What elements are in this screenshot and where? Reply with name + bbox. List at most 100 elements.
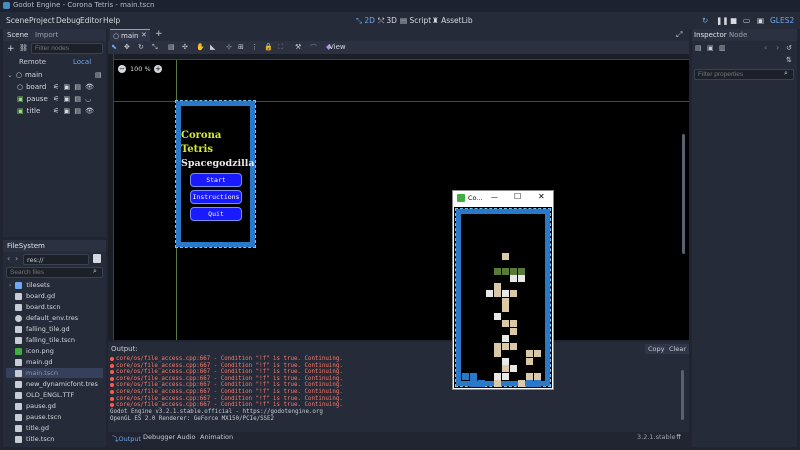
fs-file[interactable]: falling_tile.tscn bbox=[15, 335, 75, 345]
list-select-icon[interactable]: ▤ bbox=[168, 43, 175, 51]
tab-node[interactable]: Node bbox=[729, 31, 747, 39]
menu-project[interactable]: Project bbox=[29, 16, 55, 25]
menu-editor[interactable]: Editor bbox=[80, 16, 102, 25]
tab-animation[interactable]: Animation bbox=[200, 433, 233, 441]
forward-icon[interactable]: › bbox=[15, 254, 18, 263]
play-icon[interactable]: ↻ bbox=[702, 16, 708, 25]
filter-nodes-input[interactable] bbox=[31, 43, 103, 54]
pause-icon[interactable]: ❚❚ bbox=[716, 16, 729, 25]
fs-file[interactable]: pause.tscn bbox=[15, 412, 61, 422]
stop-icon[interactable]: ■ bbox=[730, 16, 737, 25]
node-badges-icon[interactable]: ⚟ ▣ ▤ ◡ bbox=[53, 95, 103, 103]
close-tab-icon[interactable]: ✕ bbox=[141, 31, 147, 39]
tab-filesystem[interactable]: FileSystem bbox=[7, 242, 45, 250]
game-viewport[interactable] bbox=[454, 207, 552, 388]
tab-audio[interactable]: Audio bbox=[177, 433, 195, 441]
rotate-tool-icon[interactable]: ↻ bbox=[138, 43, 144, 51]
grid-snap-icon[interactable]: ⊞ bbox=[238, 43, 244, 51]
fs-file[interactable]: falling_tile.gd bbox=[15, 324, 70, 334]
tree-node-title[interactable]: ▣ title ⚟ ▣ ▤ 👁 bbox=[17, 106, 94, 116]
zoom-out-icon[interactable]: − bbox=[118, 65, 126, 73]
workspace-script[interactable]: ▤ Script bbox=[400, 16, 431, 25]
new-tab-icon[interactable]: + bbox=[155, 29, 163, 39]
play-scene-icon[interactable]: ▭ bbox=[743, 16, 750, 25]
lock-icon[interactable]: 🔒 bbox=[264, 43, 273, 51]
path-field[interactable]: res:// bbox=[23, 254, 89, 265]
ruler-icon[interactable]: ◣ bbox=[210, 43, 215, 51]
split-icon[interactable] bbox=[93, 254, 101, 263]
tab-debugger[interactable]: Debugger bbox=[143, 433, 175, 441]
maximize-button[interactable]: ☐ bbox=[514, 192, 521, 201]
workspace-3d[interactable]: ⤲ 3D bbox=[378, 16, 397, 26]
script-icon[interactable]: ▤ bbox=[95, 71, 102, 79]
workspace-assetlib[interactable]: ♜ AssetLib bbox=[432, 16, 473, 25]
workspace-2d[interactable]: ⤡ 2D bbox=[356, 16, 375, 26]
snap-icon[interactable]: ⊹ bbox=[226, 43, 232, 51]
distraction-free-icon[interactable]: ⤢ bbox=[676, 30, 682, 40]
new-resource-icon[interactable]: ▤ bbox=[695, 44, 702, 52]
search-files-input[interactable] bbox=[6, 267, 103, 278]
bone-icon[interactable]: ⚒ bbox=[295, 43, 301, 51]
instructions-button[interactable]: Instructions bbox=[190, 190, 242, 204]
minimize-button[interactable]: — bbox=[491, 193, 498, 201]
fs-file[interactable]: icon.png bbox=[15, 346, 54, 356]
tab-inspector[interactable]: Inspector bbox=[694, 31, 727, 39]
node-badges-icon[interactable]: ⚟ ▣ ▤ 👁 bbox=[53, 107, 103, 115]
pan-icon[interactable]: ✋ bbox=[196, 43, 205, 51]
fs-file[interactable]: new_dynamicfont.tres bbox=[15, 379, 98, 389]
history-icon[interactable]: ↺ bbox=[786, 44, 792, 52]
zoom-in-icon[interactable]: + bbox=[154, 65, 162, 73]
game-window[interactable]: Co... — ☐ ✕ bbox=[452, 190, 554, 390]
fs-folder-tilesets[interactable]: › tilesets bbox=[9, 280, 50, 290]
start-button[interactable]: Start bbox=[190, 173, 242, 187]
play-custom-icon[interactable]: ▣ bbox=[757, 16, 764, 25]
pin-icon[interactable]: ⇈ bbox=[676, 433, 681, 441]
load-resource-icon[interactable]: ▣ bbox=[707, 44, 714, 52]
link-icon[interactable]: ⛓ bbox=[19, 44, 28, 52]
tree-node-board[interactable]: ○ board ⚟ ▣ ▤ 👁 bbox=[17, 82, 94, 92]
pivot-icon[interactable]: ✣ bbox=[182, 43, 188, 51]
clear-button[interactable]: Clear bbox=[666, 344, 689, 354]
back-icon[interactable]: ‹ bbox=[7, 254, 10, 263]
copy-button[interactable]: Copy bbox=[645, 344, 668, 354]
object-properties-icon[interactable]: ⇅ bbox=[786, 56, 792, 64]
menu-scene[interactable]: Scene bbox=[6, 16, 29, 25]
scale-tool-icon[interactable]: ⤡ bbox=[152, 43, 158, 52]
viewport-scrollbar[interactable] bbox=[682, 134, 685, 254]
fs-file[interactable]: title.tscn bbox=[15, 434, 54, 444]
tab-import[interactable]: Import bbox=[35, 31, 58, 39]
history-forward-icon[interactable]: › bbox=[776, 43, 779, 52]
select-tool-icon[interactable]: ⬉ bbox=[111, 43, 117, 51]
save-resource-icon[interactable]: ▥ bbox=[719, 44, 726, 52]
tree-node-main[interactable]: ⌄ ○ main ▤ bbox=[7, 70, 102, 80]
tree-node-pause[interactable]: ▣ pause ⚟ ▣ ▤ ◡ bbox=[17, 94, 91, 104]
camera-icon[interactable]: ⌒ bbox=[310, 43, 317, 53]
renderer-select[interactable]: GLES2 bbox=[770, 16, 794, 25]
quit-button[interactable]: Quit bbox=[190, 207, 242, 221]
node-badges-icon[interactable]: ⚟ ▣ ▤ 👁 bbox=[53, 83, 103, 91]
tab-main[interactable]: ○ main ✕ bbox=[110, 29, 150, 41]
more-options-icon[interactable]: ⋮ bbox=[251, 43, 258, 51]
zoom-level[interactable]: 100 % bbox=[130, 65, 151, 73]
add-node-icon[interactable]: + bbox=[7, 44, 15, 54]
tab-output[interactable]: ⤵Output bbox=[112, 433, 141, 443]
close-button[interactable]: ✕ bbox=[538, 192, 545, 201]
move-tool-icon[interactable]: ✥ bbox=[124, 43, 130, 51]
fs-file[interactable]: OLD_ENGL.TTF bbox=[15, 390, 74, 400]
menu-help[interactable]: Help bbox=[103, 16, 120, 25]
output-scrollbar[interactable] bbox=[681, 370, 684, 420]
fs-file-selected[interactable]: main.tscn bbox=[6, 368, 103, 378]
fs-file[interactable]: board.tscn bbox=[15, 302, 60, 312]
filter-properties-input[interactable] bbox=[694, 69, 794, 80]
tab-scene[interactable]: Scene bbox=[7, 31, 28, 39]
history-back-icon[interactable]: ‹ bbox=[764, 43, 767, 52]
fs-file[interactable]: board.gd bbox=[15, 291, 55, 301]
fs-file[interactable]: default_env.tres bbox=[15, 313, 78, 323]
menu-debug[interactable]: Debug bbox=[56, 16, 81, 25]
remote-tab[interactable]: Remote bbox=[19, 58, 46, 66]
group-icon[interactable]: ⛶ bbox=[278, 43, 283, 52]
view-menu[interactable]: View bbox=[329, 43, 346, 51]
local-tab[interactable]: Local bbox=[73, 58, 91, 66]
fs-file[interactable]: pause.gd bbox=[15, 401, 56, 411]
fs-file[interactable]: main.gd bbox=[15, 357, 53, 367]
